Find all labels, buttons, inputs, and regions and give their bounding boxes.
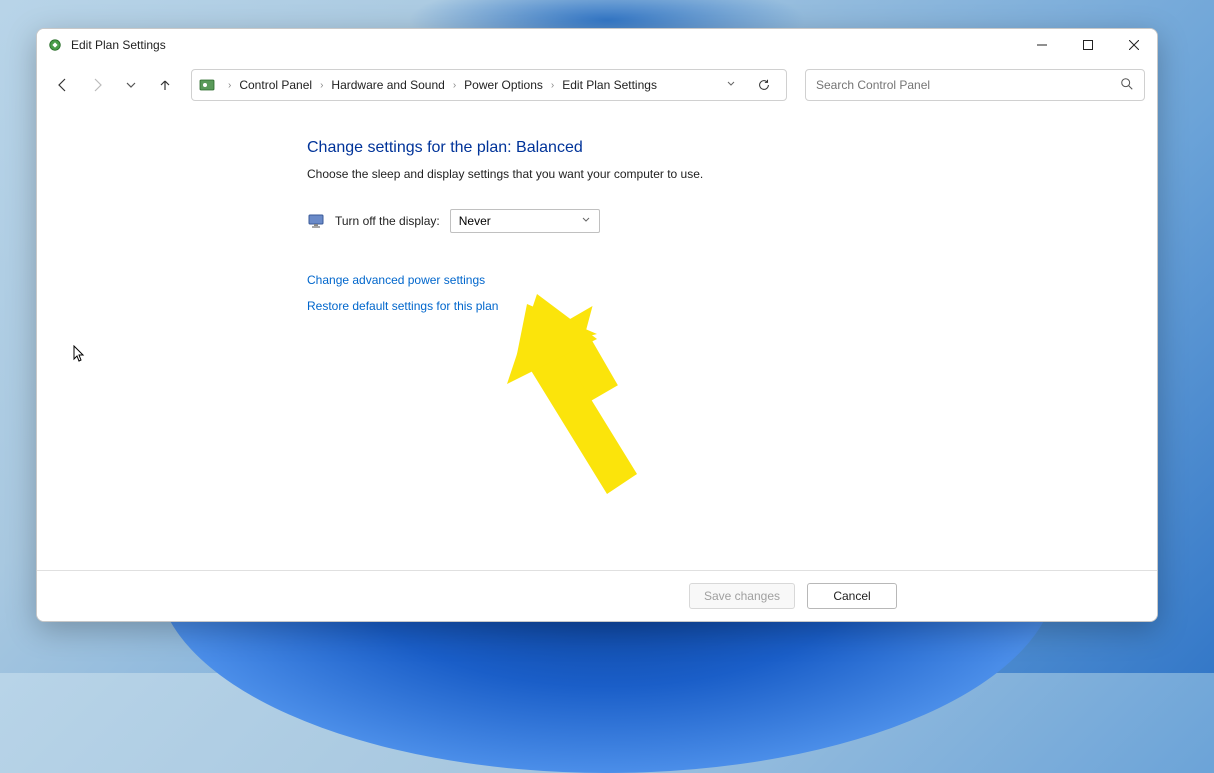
maximize-button[interactable] <box>1065 29 1111 61</box>
restore-defaults-link[interactable]: Restore default settings for this plan <box>307 299 1117 313</box>
display-off-row: Turn off the display: Never <box>307 209 1117 233</box>
forward-button[interactable] <box>83 71 111 99</box>
chevron-right-icon: › <box>224 80 235 91</box>
search-box[interactable] <box>805 69 1145 101</box>
breadcrumb-item[interactable]: Hardware and Sound <box>331 78 444 92</box>
save-button[interactable]: Save changes <box>689 583 795 609</box>
breadcrumb-item[interactable]: Edit Plan Settings <box>562 78 657 92</box>
search-icon <box>1120 77 1134 94</box>
search-input[interactable] <box>816 78 1120 92</box>
control-panel-icon <box>198 76 216 94</box>
window-title: Edit Plan Settings <box>71 38 1019 52</box>
display-icon <box>307 212 325 230</box>
display-off-select[interactable]: Never <box>450 209 600 233</box>
chevron-right-icon: › <box>547 80 558 91</box>
recent-button[interactable] <box>117 71 145 99</box>
display-off-value: Never <box>459 214 491 228</box>
up-button[interactable] <box>151 71 179 99</box>
close-button[interactable] <box>1111 29 1157 61</box>
content-area: Change settings for the plan: Balanced C… <box>37 109 1157 570</box>
page-subheading: Choose the sleep and display settings th… <box>307 167 1117 181</box>
chevron-down-icon <box>581 214 591 228</box>
breadcrumb-item[interactable]: Power Options <box>464 78 543 92</box>
minimize-button[interactable] <box>1019 29 1065 61</box>
back-button[interactable] <box>49 71 77 99</box>
address-dropdown-icon[interactable] <box>720 78 742 92</box>
chevron-right-icon: › <box>316 80 327 91</box>
cancel-button[interactable]: Cancel <box>807 583 897 609</box>
address-bar[interactable]: › Control Panel › Hardware and Sound › P… <box>191 69 787 101</box>
arrow-annotation <box>507 294 687 517</box>
toolbar: › Control Panel › Hardware and Sound › P… <box>37 61 1157 109</box>
refresh-button[interactable] <box>748 69 780 101</box>
power-icon <box>47 37 63 53</box>
advanced-settings-link[interactable]: Change advanced power settings <box>307 273 1117 287</box>
breadcrumb-item[interactable]: Control Panel <box>239 78 312 92</box>
chevron-right-icon: › <box>449 80 460 91</box>
cursor-icon <box>73 345 87 366</box>
edit-plan-settings-window: Edit Plan Settings <box>36 28 1158 622</box>
button-bar: Save changes Cancel <box>37 570 1157 621</box>
display-off-label: Turn off the display: <box>335 214 440 228</box>
page-heading: Change settings for the plan: Balanced <box>307 139 1117 157</box>
titlebar: Edit Plan Settings <box>37 29 1157 61</box>
